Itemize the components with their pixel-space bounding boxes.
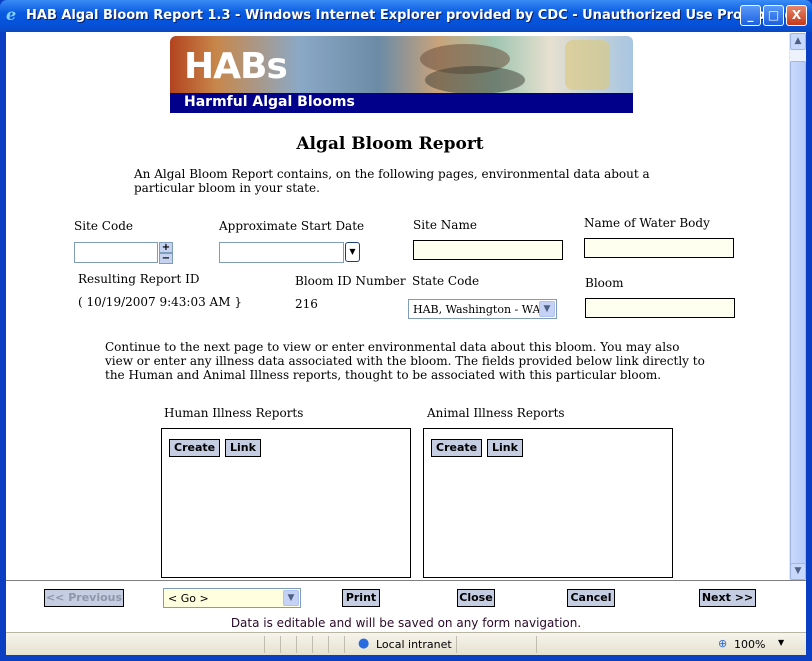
window-title: HAB Algal Bloom Report 1.3 - Windows Int…	[26, 8, 794, 23]
state-code-value: HAB, Washington - WA	[413, 303, 541, 316]
save-note: Data is editable and will be saved on an…	[230, 616, 582, 630]
ie-logo-icon: e	[6, 5, 17, 24]
animal-illness-label: Animal Illness Reports	[427, 406, 565, 420]
cancel-button[interactable]: Cancel	[567, 589, 615, 607]
scroll-down-icon[interactable]: ▼	[790, 563, 806, 580]
banner-subtitle: Harmful Algal Blooms	[184, 94, 355, 110]
zone-label: Local intranet	[376, 638, 452, 651]
intranet-globe-icon: ●	[358, 636, 370, 651]
scroll-up-icon[interactable]: ▲	[790, 33, 806, 50]
animal-link-button[interactable]: Link	[487, 439, 523, 457]
state-code-select[interactable]: HAB, Washington - WA ▼	[408, 299, 557, 319]
human-link-button[interactable]: Link	[225, 439, 261, 457]
water-body-input[interactable]	[584, 238, 734, 258]
page-title: Algal Bloom Report	[296, 134, 484, 154]
continue-text: Continue to the next page to view or ent…	[105, 340, 705, 382]
print-button[interactable]: Print	[342, 589, 380, 607]
animal-create-button[interactable]: Create	[431, 439, 483, 457]
zoom-magnifier-icon[interactable]: ⊕	[718, 637, 727, 650]
intro-text: An Algal Bloom Report contains, on the f…	[134, 167, 650, 195]
bloom-input[interactable]	[585, 298, 735, 318]
next-button[interactable]: Next >>	[699, 589, 756, 607]
status-bar: ● Local intranet ⊕ 100% ▼	[6, 632, 806, 655]
chevron-down-icon[interactable]: ▼	[539, 301, 555, 317]
close-window-button[interactable]: X	[786, 5, 807, 26]
site-name-label: Site Name	[413, 218, 477, 232]
decrement-icon[interactable]: −	[159, 253, 173, 264]
bloom-id-value: 216	[295, 297, 318, 311]
previous-button[interactable]: << Previous	[44, 589, 124, 607]
human-illness-panel: Create Link	[161, 428, 411, 578]
water-body-label: Name of Water Body	[584, 216, 710, 230]
habs-banner: HABs Harmful Algal Blooms	[170, 36, 633, 113]
report-id-value: ( 10/19/2007 9:43:03 AM }	[78, 295, 242, 309]
increment-icon[interactable]: +	[159, 242, 173, 253]
minimize-button[interactable]: _	[740, 5, 761, 26]
report-id-label: Resulting Report ID	[78, 272, 200, 286]
site-name-input[interactable]	[413, 240, 563, 260]
human-create-button[interactable]: Create	[169, 439, 221, 457]
title-bar: e HAB Algal Bloom Report 1.3 - Windows I…	[0, 0, 812, 32]
start-date-label: Approximate Start Date	[219, 219, 365, 233]
animal-illness-panel: Create Link	[423, 428, 673, 578]
chevron-down-icon[interactable]: ▼	[283, 590, 299, 606]
zoom-dropdown-icon[interactable]: ▼	[778, 638, 784, 647]
go-select[interactable]: < Go > ▼	[163, 588, 301, 608]
date-dropdown-icon[interactable]: ▼	[345, 242, 360, 262]
human-illness-label: Human Illness Reports	[164, 406, 304, 420]
banner-logo: HABs	[184, 46, 288, 87]
state-code-label: State Code	[412, 274, 480, 288]
start-date-input[interactable]	[219, 242, 344, 263]
scroll-thumb[interactable]	[790, 61, 806, 568]
site-code-label: Site Code	[74, 219, 133, 233]
site-code-input[interactable]	[74, 242, 158, 263]
vertical-scrollbar[interactable]: ▲ ▼	[789, 33, 806, 580]
close-button[interactable]: Close	[457, 589, 495, 607]
maximize-button[interactable]: □	[763, 5, 784, 26]
bloom-label: Bloom	[585, 276, 624, 290]
bloom-id-label: Bloom ID Number	[295, 274, 406, 288]
zoom-level[interactable]: 100%	[734, 638, 765, 651]
go-select-value: < Go >	[168, 592, 209, 605]
